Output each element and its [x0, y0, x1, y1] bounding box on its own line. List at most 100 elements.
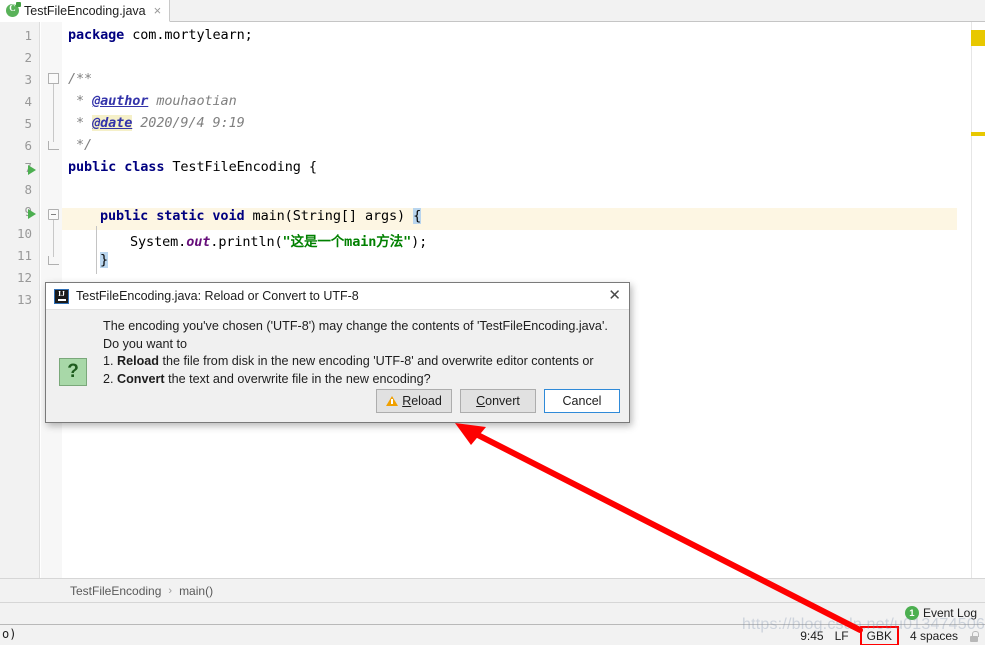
javadoc-author-tag: @author	[92, 93, 149, 109]
bottom-tool-strip: 1 Event Log	[0, 602, 985, 624]
warning-marker[interactable]	[971, 30, 985, 46]
code-line-9: public static void main(String[] args) {	[100, 208, 421, 224]
fold-javadoc-end-icon	[48, 141, 59, 150]
line-number: 5	[24, 116, 32, 131]
code-line-11: }	[100, 252, 108, 268]
option-1-action: Reload	[117, 354, 160, 368]
java-class-icon	[6, 2, 21, 17]
line-number: 3	[24, 72, 32, 87]
class-declaration: TestFileEncoding {	[164, 159, 317, 175]
line-number-gutter: 1 2 3 4 5 6 7 8 9 10 11 12 13	[0, 22, 40, 578]
option-2-text: the text and overwrite file in the new e…	[164, 371, 431, 386]
warning-stripe[interactable]	[971, 132, 985, 136]
keyword-class: class	[124, 159, 165, 175]
close-icon[interactable]: ×	[154, 4, 162, 17]
breadcrumb[interactable]: TestFileEncoding › main()	[0, 578, 985, 602]
javadoc-date-tag: @date	[92, 115, 133, 131]
tab-label: TestFileEncoding.java	[24, 3, 146, 18]
matched-brace: {	[413, 208, 422, 224]
fold-region-line	[53, 84, 54, 142]
println-close: );	[411, 234, 428, 250]
message-line-2: Do you want to	[103, 336, 188, 351]
warning-icon	[386, 396, 399, 406]
line-number: 12	[16, 270, 32, 285]
event-log-badge: 1	[904, 606, 919, 620]
keyword-package: package	[68, 27, 125, 43]
cancel-button[interactable]: Cancel	[544, 389, 620, 413]
status-left-fragment: o)	[2, 627, 17, 641]
tab-testfileencoding-java[interactable]: TestFileEncoding.java ×	[0, 0, 171, 22]
javadoc-author-value: mouhaotian	[148, 93, 237, 109]
option-2-number: 2.	[103, 371, 118, 386]
line-number: 1	[24, 28, 32, 43]
dialog-title-bar: TestFileEncoding.java: Reload or Convert…	[46, 283, 629, 310]
message-line-4: 2. Convert the text and overwrite file i…	[103, 371, 623, 389]
keyword-public: public	[100, 208, 149, 224]
status-bar: o) 9:45 LF GBK 4 spaces	[0, 624, 985, 645]
package-name: com.mortylearn;	[124, 27, 253, 43]
lock-icon[interactable]	[969, 630, 979, 642]
javadoc-date-value: 2020/9/4 9:19	[132, 115, 245, 131]
code-line-1: package com.mortylearn;	[68, 27, 253, 43]
code-line-3: /**	[68, 71, 93, 87]
println-call: .println(	[210, 234, 283, 250]
dialog-button-row: RReloadeload Convert Cancel	[376, 389, 620, 413]
fold-method-icon[interactable]	[48, 209, 59, 220]
reload-button[interactable]: RReloadeload	[376, 389, 452, 413]
indent-guide	[96, 226, 97, 274]
code-line-10: System.out.println("这是一个main方法");	[130, 230, 427, 250]
line-number: 2	[24, 50, 32, 65]
event-log-button[interactable]: 1 Event Log	[904, 606, 977, 620]
line-number: 4	[24, 94, 32, 109]
javadoc-star: *	[68, 93, 93, 109]
editor-marker-bar[interactable]	[971, 22, 985, 578]
close-icon[interactable]: ✕	[608, 288, 621, 304]
main-signature: main(String[] args)	[244, 208, 414, 224]
code-line-7: public class TestFileEncoding {	[68, 159, 317, 175]
reload-or-convert-dialog[interactable]: TestFileEncoding.java: Reload or Convert…	[45, 282, 630, 423]
file-encoding-status[interactable]: GBK	[859, 625, 899, 645]
status-bar-right-group: 9:45 LF GBK 4 spaces	[800, 625, 979, 645]
keyword-static: static	[156, 208, 205, 224]
fold-method-end-icon	[48, 256, 59, 265]
line-number: 11	[16, 248, 32, 263]
reload-button-mnemonic: R	[402, 394, 412, 408]
indent-status[interactable]: 4 spaces	[910, 629, 958, 643]
message-line-3: 1. Reload the file from disk in the new …	[103, 353, 623, 371]
code-line-4: * @author mouhaotian	[68, 93, 237, 109]
fold-javadoc-icon[interactable]	[48, 73, 59, 84]
question-icon	[59, 358, 87, 386]
dialog-title: TestFileEncoding.java: Reload or Convert…	[76, 289, 359, 303]
option-2-action: Convert	[117, 371, 165, 386]
option-1-text: the file from disk in the new encoding '…	[159, 354, 594, 368]
line-number: 6	[24, 138, 32, 153]
system-ref: System.	[130, 234, 187, 250]
matched-brace-close: }	[100, 252, 109, 268]
keyword-void: void	[212, 208, 245, 224]
message-line-1: The encoding you've chosen ('UTF-8') may…	[103, 319, 608, 333]
convert-button-mnemonic: C	[476, 394, 486, 408]
string-literal: "这是一个main方法"	[282, 234, 412, 250]
breadcrumb-item-method[interactable]: main()	[179, 584, 213, 598]
event-log-label: Event Log	[922, 606, 977, 620]
chevron-right-icon: ›	[168, 584, 173, 597]
run-class-icon[interactable]	[28, 165, 36, 175]
convert-button[interactable]: Convert	[460, 389, 536, 413]
line-separator[interactable]: LF	[835, 629, 849, 643]
line-number: 10	[16, 226, 32, 241]
editor-tab-bar: TestFileEncoding.java ×	[0, 0, 985, 22]
dialog-body: The encoding you've chosen ('UTF-8') may…	[46, 310, 629, 388]
dialog-message: The encoding you've chosen ('UTF-8') may…	[103, 318, 623, 388]
intellij-idea-window: TestFileEncoding.java × 1 2 3 4 5 6 7 8 …	[0, 0, 985, 645]
fold-region-line	[53, 220, 54, 257]
line-number: 8	[24, 182, 32, 197]
keyword-public: public	[68, 159, 117, 175]
run-main-method-icon[interactable]	[28, 209, 36, 219]
javadoc-star: *	[68, 115, 93, 131]
line-number: 13	[16, 292, 32, 307]
cancel-button-label: Cancel	[562, 394, 602, 408]
intellij-idea-icon	[54, 288, 69, 304]
field-out: out	[186, 234, 211, 250]
caret-position[interactable]: 9:45	[800, 629, 823, 643]
breadcrumb-item-class[interactable]: TestFileEncoding	[70, 584, 161, 598]
